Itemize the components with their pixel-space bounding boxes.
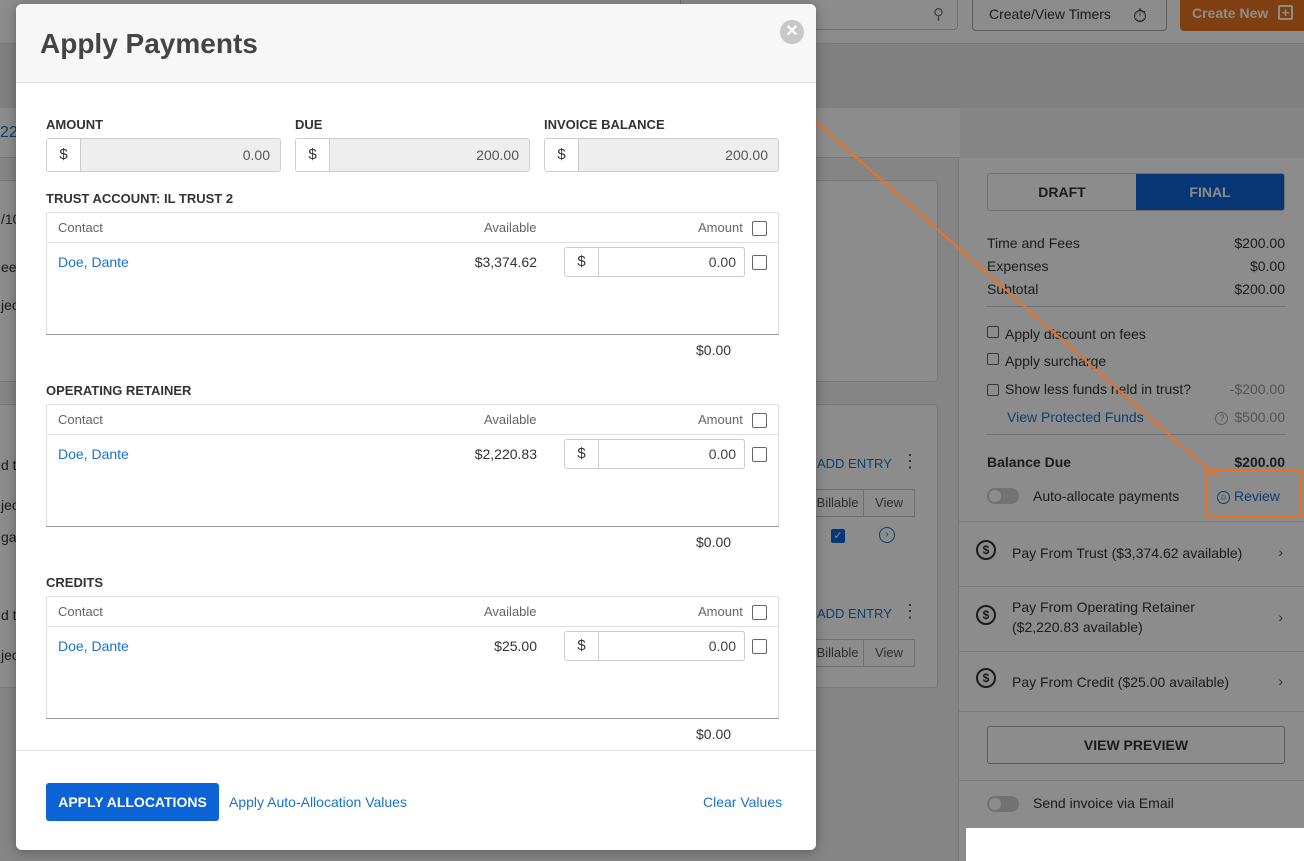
- available-value: $25.00: [494, 638, 537, 654]
- amount-value: 0.00: [81, 139, 280, 171]
- invoice-balance-label: INVOICE BALANCE: [544, 117, 665, 132]
- operating-retainer-title: OPERATING RETAINER: [46, 383, 192, 398]
- available-column-header: Available: [484, 412, 537, 427]
- row-checkbox[interactable]: [752, 255, 767, 270]
- select-all-checkbox[interactable]: [752, 221, 767, 236]
- credits-allocation-table: Contact Available Amount Doe, Dante $25.…: [46, 596, 779, 746]
- row-checkbox[interactable]: [752, 639, 767, 654]
- contact-link[interactable]: Doe, Dante: [58, 446, 129, 462]
- available-column-header: Available: [484, 220, 537, 235]
- currency-symbol: $: [296, 139, 330, 171]
- section-total: $0.00: [696, 726, 732, 742]
- currency-symbol: $: [565, 440, 599, 468]
- select-all-checkbox[interactable]: [752, 605, 767, 620]
- due-value: 200.00: [330, 139, 529, 171]
- allocation-amount-value: 0.00: [708, 638, 736, 654]
- amount-label: AMOUNT: [46, 117, 104, 132]
- apply-auto-allocation-link[interactable]: Apply Auto-Allocation Values: [229, 794, 407, 810]
- close-icon[interactable]: ✕: [780, 20, 804, 44]
- table-footer: $0.00: [46, 526, 779, 554]
- available-value: $2,220.83: [474, 446, 537, 462]
- amount-column-header: Amount: [698, 220, 743, 235]
- contact-link[interactable]: Doe, Dante: [58, 638, 129, 654]
- contact-link[interactable]: Doe, Dante: [58, 254, 129, 270]
- table-footer: $0.00: [46, 718, 779, 746]
- table-header: Contact Available Amount: [47, 405, 778, 435]
- due-field: $ 200.00: [295, 138, 530, 172]
- modal-header: Apply Payments ✕: [16, 4, 816, 83]
- retainer-allocation-table: Contact Available Amount Doe, Dante $2,2…: [46, 404, 779, 554]
- available-column-header: Available: [484, 604, 537, 619]
- allocation-amount-input[interactable]: $ 0.00: [564, 631, 745, 661]
- table-header: Contact Available Amount: [47, 597, 778, 627]
- allocation-amount-input[interactable]: $ 0.00: [564, 247, 745, 277]
- credits-title: CREDITS: [46, 575, 104, 590]
- trust-account-title: TRUST ACCOUNT: IL TRUST 2: [46, 191, 234, 206]
- amount-column-header: Amount: [698, 412, 743, 427]
- currency-symbol: $: [47, 139, 81, 171]
- amount-column-header: Amount: [698, 604, 743, 619]
- apply-allocations-button[interactable]: APPLY ALLOCATIONS: [46, 783, 219, 821]
- contact-column-header: Contact: [58, 604, 103, 619]
- amount-field: $ 0.00: [46, 138, 281, 172]
- available-value: $3,374.62: [474, 254, 537, 270]
- allocation-amount-input[interactable]: $ 0.00: [564, 439, 745, 469]
- trust-allocation-table: Contact Available Amount Doe, Dante $3,3…: [46, 212, 779, 362]
- contact-column-header: Contact: [58, 412, 103, 427]
- section-total: $0.00: [696, 534, 732, 550]
- currency-symbol: $: [565, 248, 599, 276]
- currency-symbol: $: [565, 632, 599, 660]
- apply-payments-modal: Apply Payments ✕ AMOUNT $ 0.00 DUE $ 200…: [16, 4, 816, 850]
- allocation-amount-value: 0.00: [708, 254, 736, 270]
- due-label: DUE: [295, 117, 323, 132]
- currency-symbol: $: [545, 139, 579, 171]
- row-checkbox[interactable]: [752, 447, 767, 462]
- section-total: $0.00: [696, 342, 732, 358]
- modal-title: Apply Payments: [40, 28, 258, 59]
- invoice-balance-field: $ 200.00: [544, 138, 779, 172]
- modal-footer: APPLY ALLOCATIONS Apply Auto-Allocation …: [16, 750, 816, 850]
- contact-column-header: Contact: [58, 220, 103, 235]
- allocation-amount-value: 0.00: [708, 446, 736, 462]
- select-all-checkbox[interactable]: [752, 413, 767, 428]
- table-footer: $0.00: [46, 334, 779, 362]
- clear-values-link[interactable]: Clear Values: [703, 794, 782, 810]
- table-header: Contact Available Amount: [47, 213, 778, 243]
- invoice-balance-value: 200.00: [579, 139, 778, 171]
